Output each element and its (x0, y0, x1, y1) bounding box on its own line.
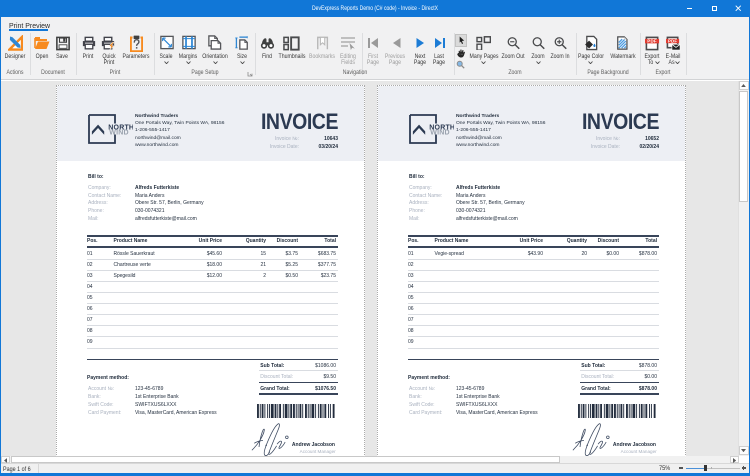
svg-text:PDF: PDF (647, 38, 657, 43)
svg-text:WIND: WIND (109, 130, 128, 137)
svg-text:WIND: WIND (430, 130, 449, 137)
svg-text:PDF: PDF (667, 38, 676, 43)
